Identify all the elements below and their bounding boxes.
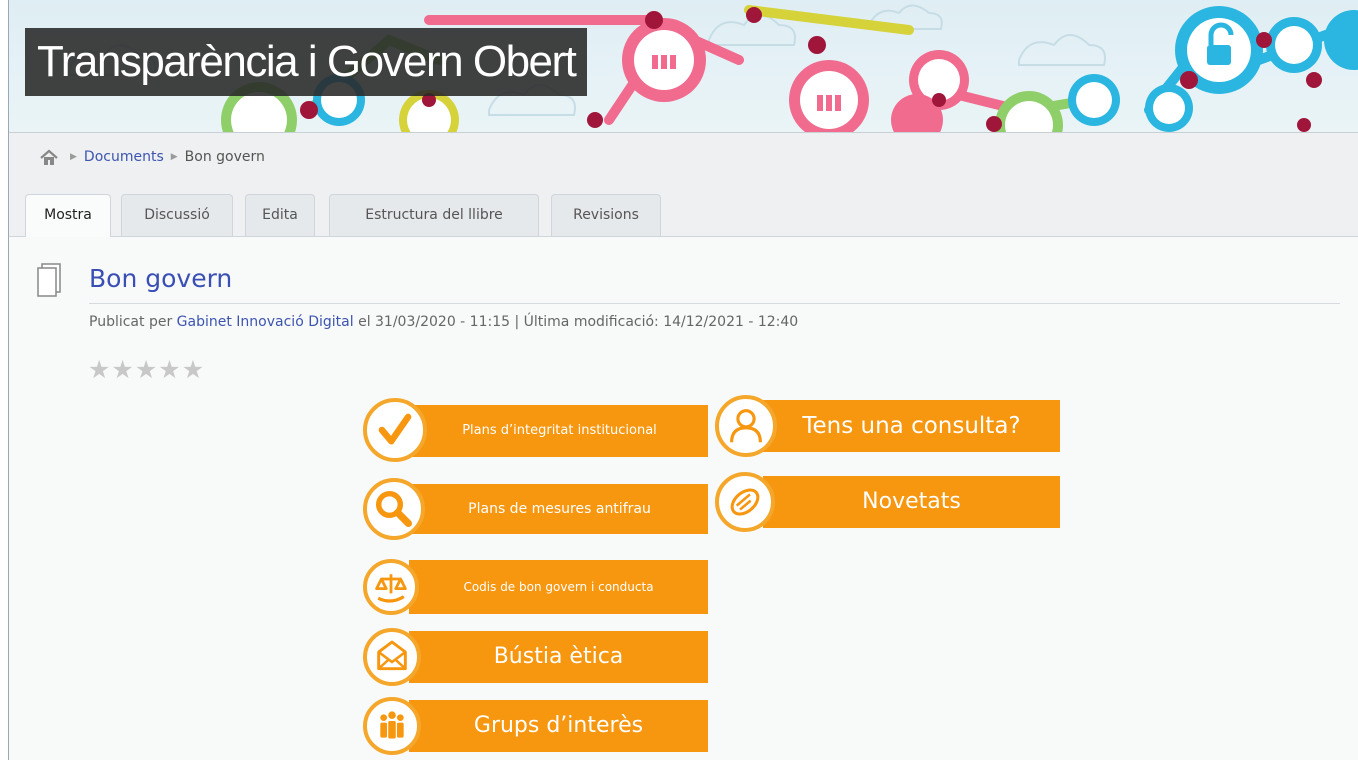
checkmark-icon [363, 398, 427, 462]
group-people-icon [363, 697, 421, 755]
novetats-button[interactable]: Novetats [715, 472, 1060, 534]
scales-hand-icon [363, 559, 419, 615]
star-icon[interactable]: ★ [158, 355, 181, 384]
window-left-border [8, 0, 9, 760]
novetats-label[interactable]: Novetats [763, 476, 1060, 528]
title-divider [89, 303, 1340, 304]
plans-integritat-label[interactable]: Plans d’integritat institucional [411, 405, 708, 457]
tab-edita[interactable]: Edita [245, 194, 315, 236]
person-icon [715, 395, 777, 457]
document-icon [37, 263, 61, 297]
window-left-margin [0, 0, 8, 760]
bustia-etica-button[interactable]: Bústia ètica [363, 628, 708, 686]
star-icon[interactable]: ★ [135, 355, 158, 384]
breadcrumb: ▶ Documents ▶ Bon govern [9, 132, 1358, 183]
page-title: Bon govern [89, 264, 233, 293]
tab-discussio[interactable]: Discussió [121, 194, 233, 236]
codis-bon-govern-label[interactable]: Codis de bon govern i conducta [409, 560, 708, 614]
star-icon[interactable]: ★ [111, 355, 134, 384]
magnifier-icon [363, 478, 425, 540]
tens-una-consulta-label[interactable]: Tens una consulta? [763, 400, 1060, 452]
tens-una-consulta-button[interactable]: Tens una consulta? [715, 395, 1060, 459]
grups-interes-button[interactable]: Grups d’interès [363, 697, 708, 755]
tab-mostra[interactable]: Mostra [25, 194, 111, 237]
tab-revisions[interactable]: Revisions [551, 194, 661, 236]
author-link[interactable]: Gabinet Innovació Digital [177, 314, 354, 330]
envelope-icon [363, 628, 421, 686]
meta-prefix: Publicat per [89, 314, 173, 330]
plans-antifrau-label[interactable]: Plans de mesures antifrau [411, 484, 708, 534]
plans-antifrau-button[interactable]: Plans de mesures antifrau [363, 478, 708, 540]
meta-dates: el 31/03/2020 - 11:15 | Última modificac… [353, 314, 799, 330]
grups-interes-label[interactable]: Grups d’interès [409, 700, 708, 752]
bustia-etica-label[interactable]: Bústia ètica [409, 631, 708, 683]
site-title[interactable]: Transparència i Govern Obert [25, 28, 588, 96]
plans-integritat-button[interactable]: Plans d’integritat institucional [363, 398, 708, 462]
breadcrumb-separator: ▶ [70, 152, 77, 162]
star-icon[interactable]: ★ [88, 355, 111, 384]
publication-meta: Publicat per Gabinet Innovació Digital e… [89, 314, 798, 330]
site-banner: Transparència i Govern Obert [9, 0, 1358, 132]
tab-estructura-del-llibre[interactable]: Estructura del llibre [329, 194, 539, 236]
breadcrumb-separator: ▶ [170, 152, 178, 162]
codis-bon-govern-button[interactable]: Codis de bon govern i conducta [363, 557, 708, 615]
star-icon[interactable]: ★ [182, 355, 205, 384]
breadcrumb-documents-link[interactable]: Documents [84, 149, 164, 165]
newspaper-icon [715, 472, 775, 532]
rating-stars[interactable]: ★★★★★ [88, 355, 205, 384]
home-icon[interactable] [39, 148, 59, 168]
breadcrumb-current: Bon govern [184, 149, 265, 165]
tab-bar: Mostra Discussió Edita Estructura del ll… [9, 182, 1358, 237]
